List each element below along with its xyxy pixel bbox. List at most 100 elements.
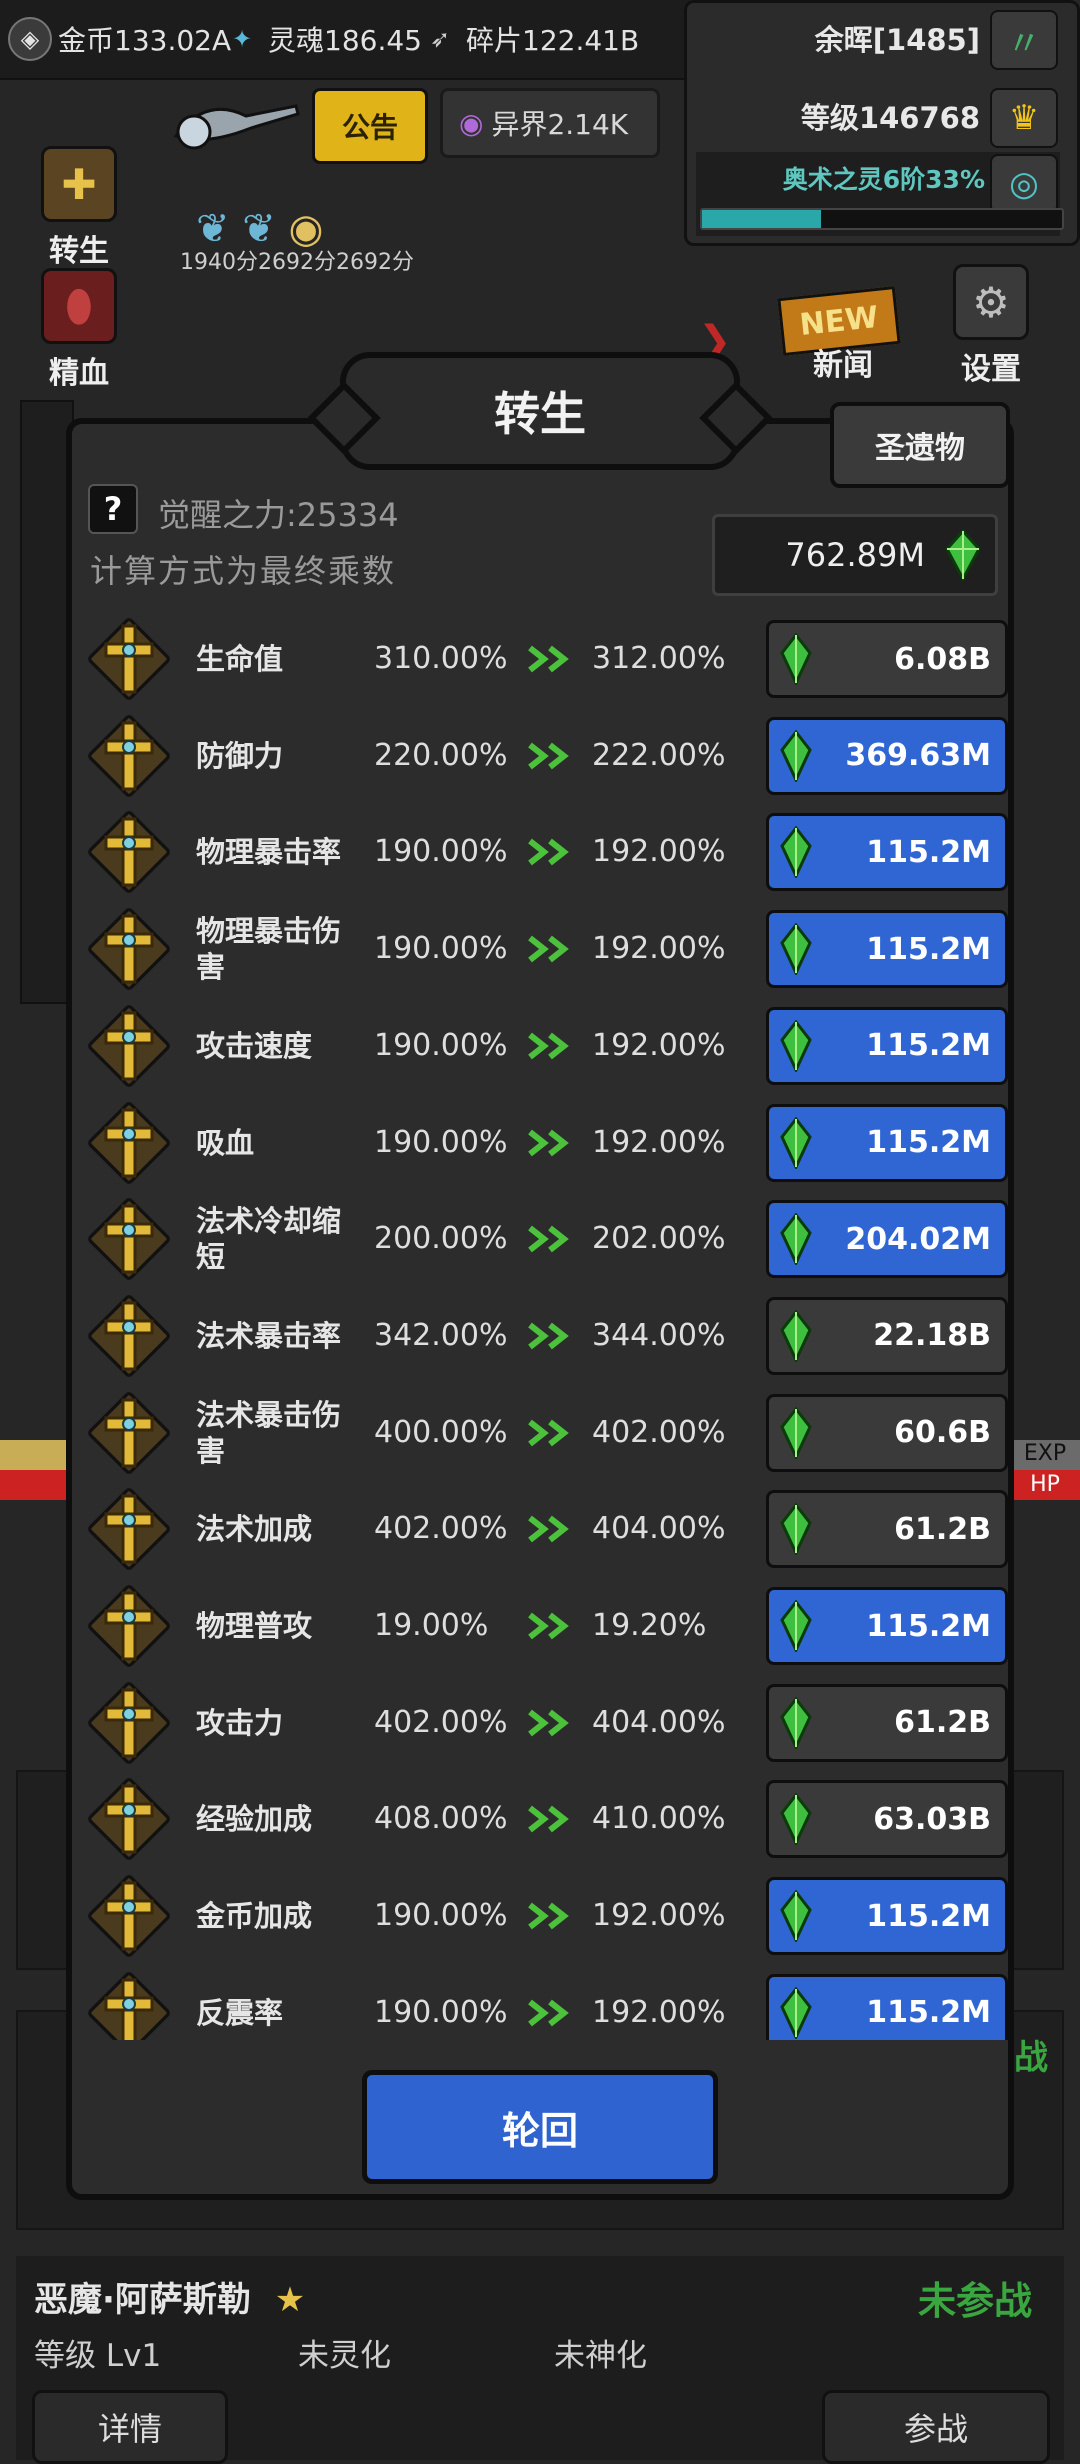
upgrade-cost: 115.2M	[866, 1995, 991, 2031]
arcane-label: 奥术之灵6阶33%	[782, 165, 985, 194]
upgrade-row: 防御力 220.00% 222.00% 369.63M	[82, 711, 1010, 801]
upgrade-next: 192.00%	[592, 931, 726, 967]
upgrade-cost-button[interactable]: 6.08B	[766, 620, 1008, 698]
double-arrow-icon	[528, 1321, 582, 1351]
news-menu-button[interactable]: 新闻	[788, 340, 898, 384]
double-arrow-icon	[528, 1128, 582, 1158]
shard-icon: ➶	[429, 25, 451, 53]
upgrade-cost: 61.2B	[894, 1511, 991, 1547]
notice-button[interactable]: 公告	[312, 88, 428, 164]
soul-amount: 灵魂186.45	[268, 24, 422, 57]
upgrade-cost-button[interactable]: 63.03B	[766, 1780, 1008, 1859]
upgrade-row: 攻击力 402.00% 404.00% 61.2B	[82, 1678, 1010, 1768]
hero-name: 恶魔·阿萨斯勒 ★	[34, 2272, 305, 2321]
upgrade-name: 金币加成	[196, 1899, 313, 1934]
settings-menu-button[interactable]: ⚙ 设置	[936, 264, 1046, 388]
upgrade-cost-button[interactable]: 115.2M	[766, 910, 1008, 989]
upgrade-row: 法术暴击伤害 400.00% 402.00% 60.6B	[82, 1388, 1010, 1478]
upgrade-cost: 115.2M	[866, 834, 991, 870]
coin-icon: ◈	[8, 17, 52, 61]
cross-icon	[88, 1488, 170, 1571]
crystal-balance: 762.89M	[712, 514, 998, 596]
upgrade-row: 物理暴击伤害 190.00% 192.00% 115.2M	[82, 904, 1010, 994]
crystal-icon	[945, 529, 981, 581]
rebirth-menu-button[interactable]: ✚ 转生	[24, 146, 134, 270]
upgrade-cost: 115.2M	[866, 1125, 991, 1160]
upgrade-row: 生命值 310.00% 312.00% 6.08B	[82, 614, 1010, 704]
upgrade-cost-button[interactable]: 115.2M	[766, 1587, 1008, 1665]
upgrade-row: 吸血 190.00% 192.00% 115.2M	[82, 1098, 1010, 1188]
calc-note: 计算方式为最终乘数	[90, 552, 397, 590]
cross-icon	[88, 1681, 170, 1764]
hero-divine-state: 未神化	[554, 2338, 647, 2374]
upgrade-list[interactable]: 生命值 310.00% 312.00% 6.08B 防御力 220.00% 222.00% 3…	[82, 614, 1010, 2040]
upgrade-cost-button[interactable]: 61.2B	[766, 1490, 1008, 1569]
gear-icon: ⚙	[953, 264, 1029, 340]
double-arrow-icon	[528, 1514, 582, 1544]
star-icon: ★	[274, 2280, 306, 2320]
upgrade-row: 法术暴击率 342.00% 344.00% 22.18B	[82, 1291, 1010, 1381]
upgrade-cost-button[interactable]: 115.2M	[766, 1973, 1008, 2040]
upgrade-cost-button[interactable]: 115.2M	[766, 1877, 1008, 1956]
modal-title: 转生	[340, 352, 740, 470]
upgrade-cost: 6.08B	[894, 641, 991, 677]
upgrade-current: 402.00%	[374, 1511, 508, 1547]
arcane-progress-fill	[702, 210, 821, 228]
cross-icon	[88, 1004, 170, 1087]
upgrade-name: 法术暴击率	[196, 1318, 342, 1353]
upgrade-next: 404.00%	[592, 1511, 726, 1547]
soul-resource: ✦ 灵魂186.45	[222, 10, 422, 68]
essence-menu-button[interactable]: ⬮ 精血	[24, 268, 134, 392]
essence-menu-label: 精血	[49, 356, 109, 391]
upgrade-cost-button[interactable]: 204.02M	[766, 1200, 1008, 1279]
upgrade-row: 攻击速度 190.00% 192.00% 115.2M	[82, 1001, 1010, 1091]
crystal-balance-value: 762.89M	[785, 536, 925, 574]
cross-icon	[88, 1391, 170, 1474]
afterglow-text: 余晖[1485]	[814, 23, 980, 57]
reincarnate-button[interactable]: 轮回	[362, 2070, 718, 2184]
double-arrow-icon	[528, 1998, 582, 2028]
upgrade-current: 190.00%	[374, 1994, 508, 2030]
upgrade-cost-button[interactable]: 115.2M	[766, 813, 1008, 892]
upgrade-next: 404.00%	[592, 1704, 726, 1740]
gold-resource: ◈ 金币133.02A	[8, 10, 231, 68]
upgrade-cost-button[interactable]: 369.63M	[766, 716, 1008, 795]
blood-icon: ⬮	[41, 268, 117, 344]
hero-join-button[interactable]: 参战	[822, 2390, 1050, 2464]
upgrade-name: 法术暴击伤害	[196, 1397, 342, 1468]
upgrade-cost-button[interactable]: 115.2M	[766, 1103, 1008, 1182]
relic-button[interactable]: 圣遗物	[830, 402, 1010, 488]
upgrade-name: 法术加成	[196, 1512, 313, 1547]
upgrade-cost: 115.2M	[866, 1898, 991, 1934]
arcane-spiral-icon[interactable]: ◎	[990, 154, 1058, 214]
double-arrow-icon	[528, 1708, 582, 1738]
afterglow-icon[interactable]: 〃	[990, 10, 1058, 70]
upgrade-next: 402.00%	[592, 1414, 726, 1450]
cross-icon	[88, 1295, 170, 1377]
upgrade-name: 经验加成	[196, 1802, 313, 1837]
upgrade-row: 金币加成 190.00% 192.00% 115.2M	[82, 1871, 1010, 1961]
upgrade-cost: 115.2M	[866, 1608, 991, 1644]
scepter-icon[interactable]	[166, 86, 306, 166]
upgrade-current: 220.00%	[374, 737, 508, 773]
double-arrow-icon	[528, 1224, 582, 1254]
upgrade-cost-button[interactable]: 22.18B	[766, 1296, 1008, 1375]
upgrade-cost-button[interactable]: 60.6B	[766, 1393, 1008, 1472]
double-arrow-icon	[528, 1901, 582, 1931]
upgrade-next: 192.00%	[592, 834, 726, 870]
upgrade-row: 法术冷却缩短 200.00% 202.00% 204.02M	[82, 1194, 1010, 1284]
cross-icon	[88, 1198, 170, 1281]
help-icon[interactable]: ?	[88, 484, 138, 534]
cross-icon	[88, 811, 170, 894]
otherworld-counter[interactable]: ◉ 异界2.14K	[440, 88, 660, 158]
settings-menu-label: 设置	[961, 352, 1021, 387]
upgrade-name: 生命值	[196, 642, 284, 676]
upgrade-cost-button[interactable]: 115.2M	[766, 1006, 1008, 1085]
crown-icon[interactable]: ♛	[990, 88, 1058, 148]
upgrade-next: 202.00%	[592, 1221, 726, 1257]
double-arrow-icon	[528, 837, 582, 867]
upgrade-cost-button[interactable]: 61.2B	[766, 1683, 1008, 1762]
hero-detail-button[interactable]: 详情	[32, 2390, 228, 2464]
upgrade-current: 190.00%	[374, 1124, 508, 1160]
hp-bar-left	[0, 1470, 70, 1500]
